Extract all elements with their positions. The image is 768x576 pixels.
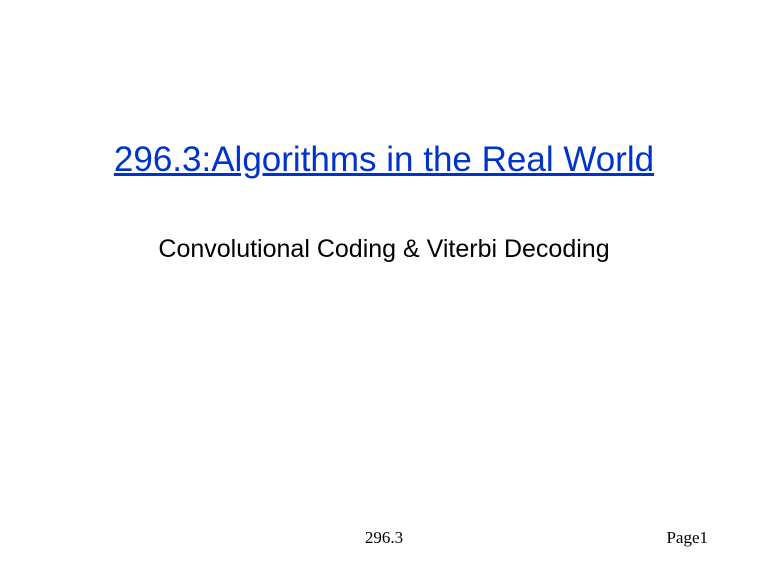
slide-subtitle: Convolutional Coding & Viterbi Decoding (50, 235, 718, 264)
slide-footer: 296.3 Page1 (0, 528, 768, 548)
footer-page-number: Page1 (666, 528, 708, 548)
slide-title: 296.3:Algorithms in the Real World (50, 140, 718, 180)
footer-course-number: 296.3 (365, 528, 403, 548)
slide-container: 296.3:Algorithms in the Real World Convo… (0, 0, 768, 576)
